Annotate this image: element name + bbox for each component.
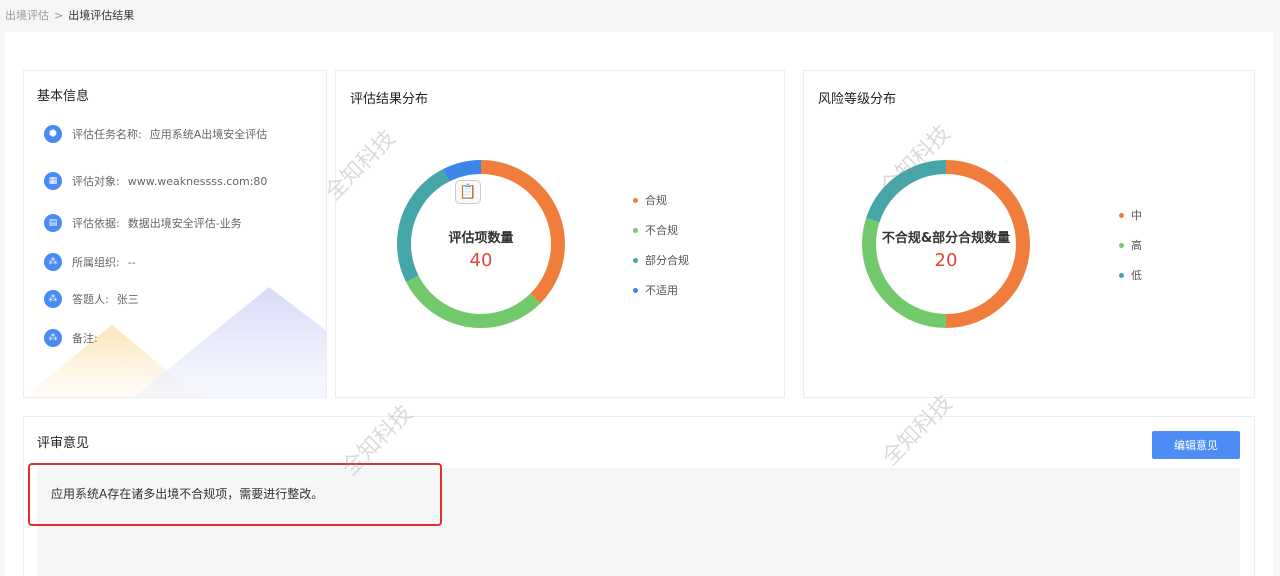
basic-info-card: 基本信息 ⬢ 评估任务名称: 应用系统A出境安全评估 ▦ 评估对象: www.w… xyxy=(23,70,327,398)
legend-label: 部分合规 xyxy=(645,254,689,267)
legend-dot xyxy=(633,287,638,293)
breadcrumb-separator: > xyxy=(54,9,64,22)
legend-item-not-applicable[interactable]: 不适用 xyxy=(633,282,678,298)
legend-item-noncompliant[interactable]: 不合规 xyxy=(633,222,678,238)
org-icon: ⁂ xyxy=(44,329,62,347)
legend-item-medium[interactable]: 中 xyxy=(1119,207,1142,223)
legend-dot xyxy=(633,257,638,263)
legend-item-low[interactable]: 低 xyxy=(1119,267,1142,283)
legend-label: 中 xyxy=(1131,209,1142,222)
info-label: 评估对象: xyxy=(72,175,120,188)
document-icon: ▤ xyxy=(44,214,62,232)
info-label: 所属组织: xyxy=(72,256,120,269)
legend-dot xyxy=(1119,272,1124,278)
risk-distribution-title: 风险等级分布 xyxy=(818,92,897,107)
info-row-remark: ⁂ 备注: xyxy=(44,329,106,347)
legend-label: 高 xyxy=(1131,239,1142,252)
info-value: www.weaknessss.com:80 xyxy=(127,174,268,188)
legend-label: 不适用 xyxy=(645,284,678,297)
risk-center-value: 20 xyxy=(934,250,958,271)
legend-dot xyxy=(1119,212,1124,218)
legend-item-partial[interactable]: 部分合规 xyxy=(633,252,689,268)
legend-label: 不合规 xyxy=(645,224,678,237)
result-center-title: 评估项数量 xyxy=(448,231,514,246)
legend-label: 合规 xyxy=(645,194,667,207)
org-icon: ⁂ xyxy=(44,253,62,271)
result-center-value: 40 xyxy=(469,250,493,271)
breadcrumb-parent[interactable]: 出境评估 xyxy=(5,9,49,22)
edit-opinion-button[interactable]: 编辑意见 xyxy=(1152,431,1240,459)
info-row-org: ⁂ 所属组织: -- xyxy=(44,253,136,271)
info-row-task-name: ⬢ 评估任务名称: 应用系统A出境安全评估 xyxy=(44,125,267,143)
review-title: 评审意见 xyxy=(37,436,90,451)
legend-label: 低 xyxy=(1131,269,1142,282)
result-distribution-title: 评估结果分布 xyxy=(350,92,429,107)
risk-center-label: 不合规&部分合规数量 20 xyxy=(871,227,1021,271)
org-icon: ⁂ xyxy=(44,290,62,308)
breadcrumb: 出境评估 > 出境评估结果 xyxy=(5,7,134,23)
legend-item-compliant[interactable]: 合规 xyxy=(633,192,667,208)
basic-info-title: 基本信息 xyxy=(37,89,90,104)
info-label: 评估依据: xyxy=(72,217,120,230)
legend-dot xyxy=(633,197,638,203)
risk-center-title: 不合规&部分合规数量 xyxy=(881,231,1011,246)
info-label: 备注: xyxy=(72,332,98,345)
info-row-basis: ▤ 评估依据: 数据出境安全评估-业务 xyxy=(44,214,242,232)
info-label: 评估任务名称: xyxy=(72,128,142,141)
cube-icon: ⬢ xyxy=(44,125,62,143)
info-value: 应用系统A出境安全评估 xyxy=(149,128,268,141)
risk-distribution-card: 风险等级分布 不合规&部分合规数量 20 中 高 低 xyxy=(803,70,1255,398)
grid-icon: ▦ xyxy=(44,172,62,190)
breadcrumb-current: 出境评估结果 xyxy=(68,9,135,22)
info-value: -- xyxy=(127,255,136,269)
legend-dot xyxy=(1119,242,1124,248)
info-row-target: ▦ 评估对象: www.weaknessss.com:80 xyxy=(44,172,267,190)
legend-dot xyxy=(633,227,638,233)
info-row-respondent: ⁂ 答题人: 张三 xyxy=(44,290,139,308)
highlight-frame xyxy=(28,463,442,526)
info-label: 答题人: xyxy=(72,293,109,306)
info-value: 数据出境安全评估-业务 xyxy=(127,217,242,230)
result-distribution-card: 评估结果分布 📋 评估项数量 40 合规 不合规 部分合规 不适用 xyxy=(335,70,785,398)
info-value: 张三 xyxy=(116,293,139,306)
result-center-label: 评估项数量 40 xyxy=(421,227,541,271)
clipboard-icon[interactable]: 📋 xyxy=(455,180,481,204)
legend-item-high[interactable]: 高 xyxy=(1119,237,1142,253)
